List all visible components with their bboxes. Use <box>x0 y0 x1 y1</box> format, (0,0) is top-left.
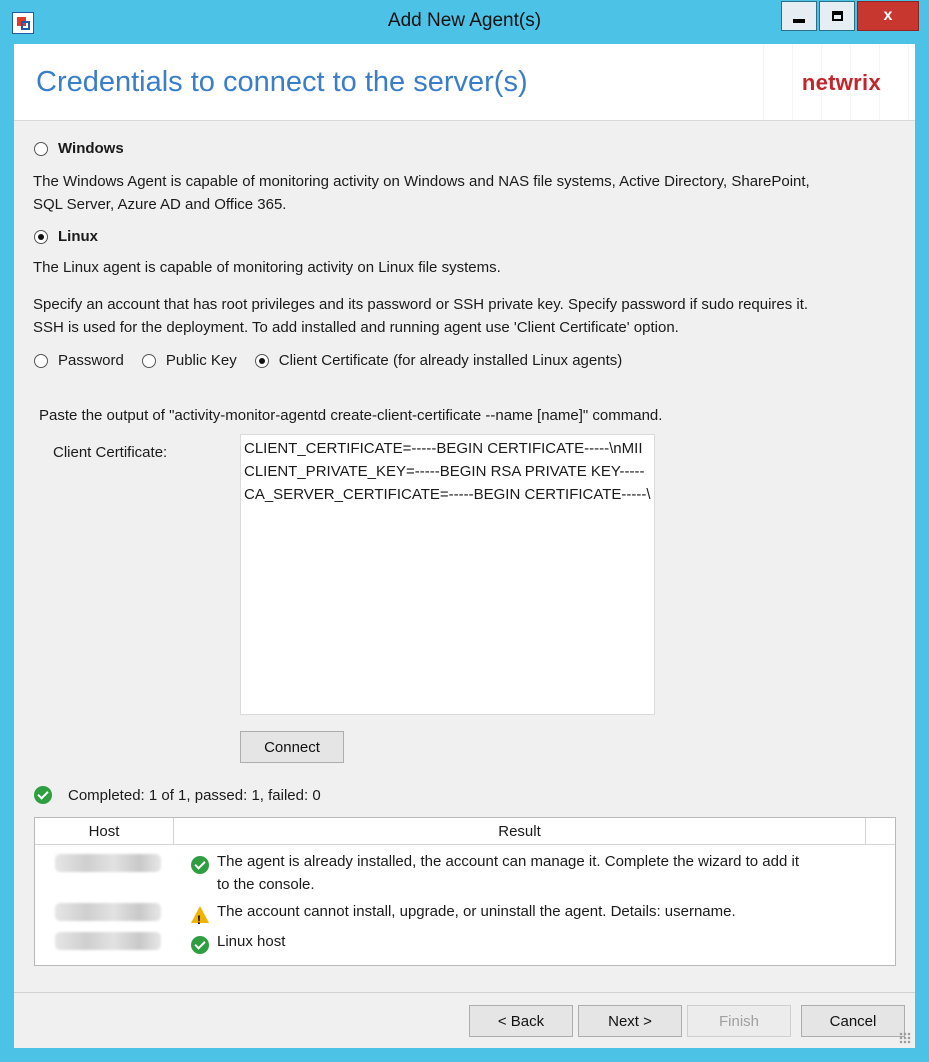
radio-linux-circle[interactable] <box>34 229 48 244</box>
title-bar[interactable]: Add New Agent(s) x <box>0 0 929 44</box>
result-line1: Linux host <box>217 933 286 950</box>
radio-linux[interactable]: Linux <box>34 228 98 245</box>
radio-public-key-label: Public Key <box>165 352 237 369</box>
radio-linux-label: Linux <box>58 228 98 245</box>
column-header-result[interactable]: Result <box>174 818 866 844</box>
wizard-header: Credentials to connect to the server(s) … <box>14 44 915 121</box>
radio-public-key-circle[interactable] <box>141 353 156 368</box>
linux-description: The Linux agent is capable of monitoring… <box>33 259 501 276</box>
minimize-icon <box>793 19 805 23</box>
radio-windows[interactable]: Windows <box>34 140 124 157</box>
maximize-button[interactable] <box>819 1 855 31</box>
result-line2: to the console. <box>217 876 315 893</box>
cancel-button[interactable]: Cancel <box>801 1005 905 1037</box>
radio-client-certificate-circle[interactable] <box>254 353 269 368</box>
netwrix-logo: netwrix <box>801 70 881 95</box>
radio-password-circle[interactable] <box>34 353 48 368</box>
certificate-line-2: CLIENT_PRIVATE_KEY=-----BEGIN RSA PRIVAT… <box>244 463 645 480</box>
auth-method-group: Password Public Key Client Certificate (… <box>34 352 622 369</box>
connect-button[interactable]: Connect <box>240 731 344 763</box>
resize-grip-icon[interactable] <box>899 1032 911 1044</box>
results-table-header: Host Result <box>35 818 895 845</box>
check-circle-icon <box>191 936 209 955</box>
windows-description-line1: The Windows Agent is capable of monitori… <box>33 173 810 190</box>
account-instructions: Specify an account that has root privile… <box>33 293 903 339</box>
back-button[interactable]: < Back <box>469 1005 573 1037</box>
next-button[interactable]: Next > <box>578 1005 682 1037</box>
dialog-window: Add New Agent(s) x Credentials to connec… <box>0 0 929 1062</box>
host-name-blurred <box>55 932 161 950</box>
close-button[interactable]: x <box>857 1 919 31</box>
instructions-line2: SSH is used for the deployment. To add i… <box>33 319 679 336</box>
result-line1: The account cannot install, upgrade, or … <box>217 903 736 920</box>
radio-public-key[interactable]: Public Key <box>141 352 237 369</box>
maximize-icon <box>831 11 843 21</box>
status-text: Completed: 1 of 1, passed: 1, failed: 0 <box>68 786 321 804</box>
page-title: Credentials to connect to the server(s) <box>36 66 528 98</box>
result-line1: The agent is already installed, the acco… <box>217 853 800 870</box>
minimize-button[interactable] <box>781 1 817 31</box>
instructions-line1: Specify an account that has root privile… <box>33 296 809 313</box>
table-row[interactable]: The agent is already installed, the acco… <box>191 850 881 896</box>
footer-separator <box>14 992 915 993</box>
close-icon: x <box>883 7 893 24</box>
certificate-hint: Paste the output of "activity-monitor-ag… <box>39 407 663 424</box>
radio-client-certificate[interactable]: Client Certificate (for already installe… <box>254 352 623 369</box>
windows-description-line2: SQL Server, Azure AD and Office 365. <box>33 196 287 213</box>
warning-icon <box>191 905 209 932</box>
radio-password-label: Password <box>58 352 124 369</box>
radio-password[interactable]: Password <box>34 352 124 369</box>
finish-button[interactable]: Finish <box>687 1005 791 1037</box>
status-line: Completed: 1 of 1, passed: 1, failed: 0 <box>34 786 321 804</box>
host-name-blurred <box>55 903 161 921</box>
windows-description: The Windows Agent is capable of monitori… <box>33 170 903 216</box>
certificate-line-1: CLIENT_CERTIFICATE=-----BEGIN CERTIFICAT… <box>244 440 643 457</box>
certificate-line-3: CA_SERVER_CERTIFICATE=-----BEGIN CERTIFI… <box>244 486 651 503</box>
result-text: The agent is already installed, the acco… <box>217 850 799 896</box>
table-row[interactable]: The account cannot install, upgrade, or … <box>191 900 736 932</box>
client-certificate-label: Client Certificate: <box>53 444 168 461</box>
radio-windows-circle[interactable] <box>34 141 48 156</box>
client-certificate-textarea[interactable]: CLIENT_CERTIFICATE=-----BEGIN CERTIFICAT… <box>240 434 655 715</box>
radio-windows-label: Windows <box>58 140 124 157</box>
check-circle-icon <box>191 856 209 875</box>
radio-client-certificate-label: Client Certificate (for already installe… <box>278 352 623 369</box>
host-name-blurred <box>55 854 161 872</box>
column-header-host[interactable]: Host <box>35 818 174 844</box>
results-table[interactable]: Host Result The agent is already install… <box>34 817 896 966</box>
check-circle-icon <box>34 786 52 804</box>
table-row[interactable]: Linux host <box>191 930 285 956</box>
dialog-body: Credentials to connect to the server(s) … <box>14 44 915 1048</box>
